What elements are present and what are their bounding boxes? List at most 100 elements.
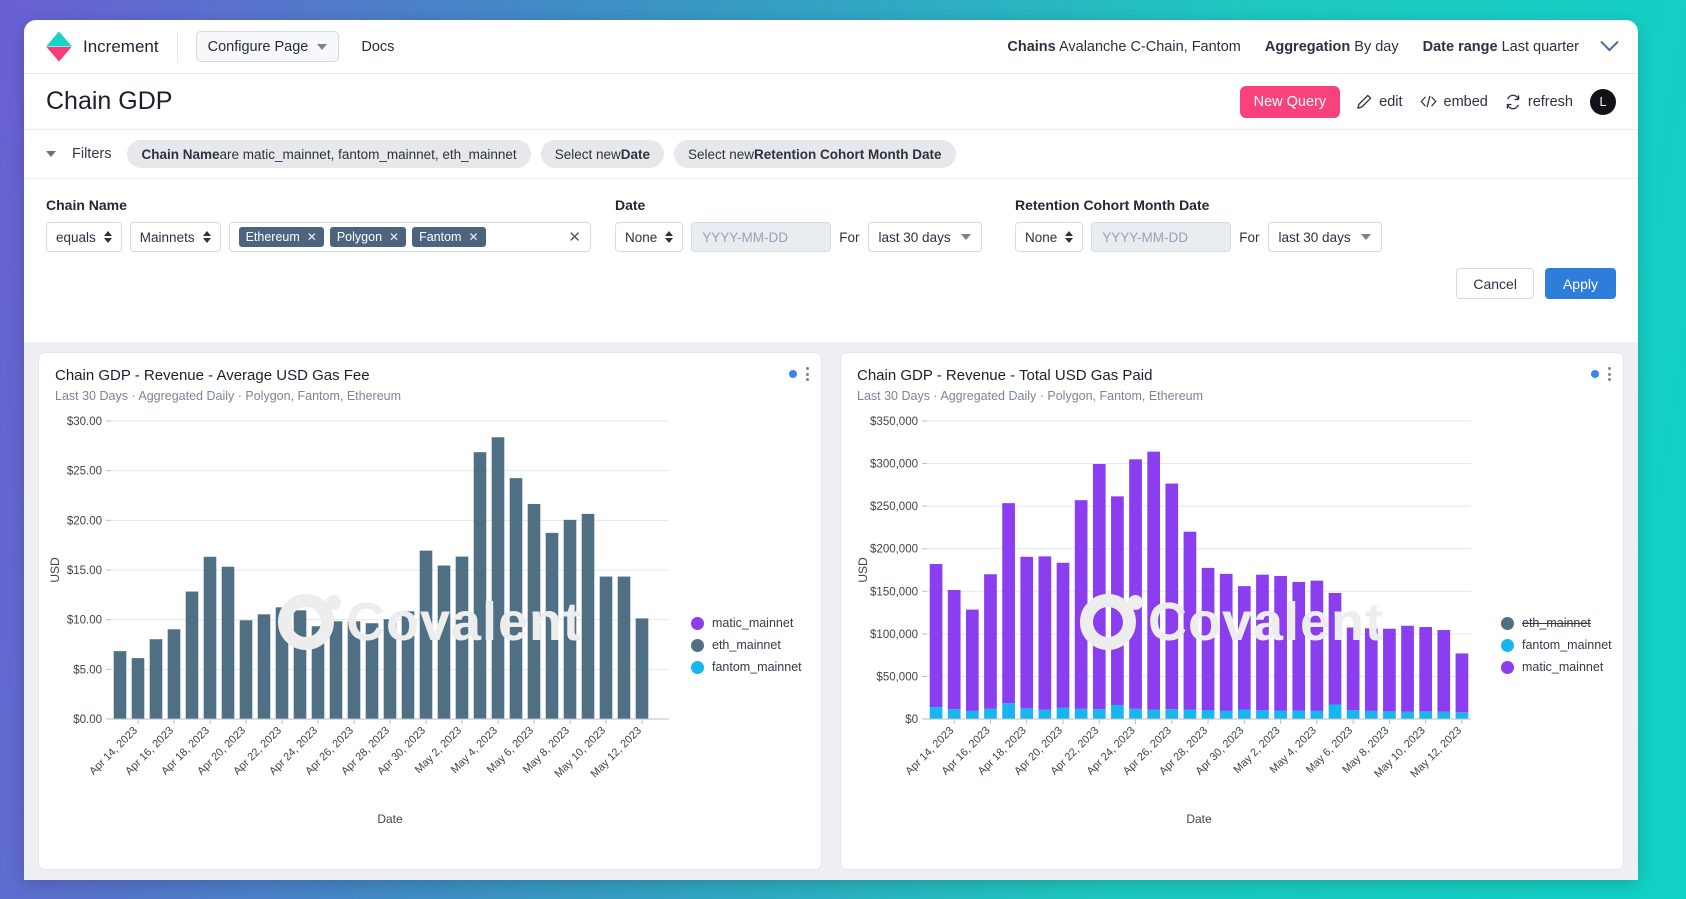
legend-item-fantom-mainnet[interactable]: fantom_mainnet	[691, 660, 802, 674]
collapse-triangle-icon[interactable]	[46, 151, 56, 157]
page-actions: New Query edit embed refresh L	[1240, 86, 1616, 118]
filter-panel-grid: Chain Name equals Mainnets Ethereum ✕ Pol…	[46, 187, 1616, 252]
avatar[interactable]: L	[1590, 89, 1616, 115]
chain-name-operator-select[interactable]: equals	[46, 222, 122, 252]
cancel-button[interactable]: Cancel	[1456, 268, 1534, 299]
docs-link[interactable]: Docs	[361, 39, 394, 55]
chevron-down-icon	[961, 234, 971, 240]
more-options-icon[interactable]	[1608, 367, 1611, 381]
chip-pre-text: Select new	[555, 147, 621, 162]
top-right-settings: Chains Avalanche C-Chain, Fantom Aggrega…	[1007, 39, 1616, 55]
token-label: Fantom	[419, 230, 461, 244]
legend-swatch-icon	[691, 639, 704, 652]
chart-plot-area: Covalent $0.00$5.00$10.00$15.00$20.00$25…	[39, 411, 821, 869]
remove-token-icon[interactable]: ✕	[389, 230, 399, 244]
aggregation-label: Aggregation	[1265, 39, 1350, 55]
brand[interactable]: Increment	[46, 32, 177, 62]
filter-chip-select-new-retention-cohort-month-date[interactable]: Select new Retention Cohort Month Date	[674, 140, 956, 168]
chip-pre-text: Select new	[688, 147, 754, 162]
retention-mode-select[interactable]: None	[1015, 222, 1083, 252]
embed-button[interactable]: embed	[1420, 94, 1488, 110]
legend-swatch-icon	[1501, 639, 1514, 652]
date-range-value: last 30 days	[879, 230, 951, 245]
date-filter-group: Date None YYYY-MM-DD For last 30 days	[591, 187, 991, 252]
expand-chevron-down-icon[interactable]	[1600, 33, 1618, 51]
brand-name: Increment	[83, 37, 159, 57]
chart-plot-area: Covalent $0$50,000$100,000$150,000$200,0…	[841, 411, 1623, 869]
svg-text:USD: USD	[856, 557, 870, 583]
edit-label: edit	[1379, 94, 1402, 110]
legend-label: eth_mainnet	[1522, 616, 1591, 630]
token-fantom[interactable]: Fantom ✕	[412, 227, 485, 247]
sort-updown-icon	[203, 231, 211, 243]
token-ethereum[interactable]: Ethereum ✕	[239, 227, 324, 247]
legend-item-eth-mainnet[interactable]: eth_mainnet	[691, 638, 802, 652]
aggregation-setting[interactable]: Aggregation By day	[1265, 39, 1399, 55]
chain-name-token-input[interactable]: Ethereum ✕ Polygon ✕ Fantom ✕ ✕	[229, 222, 591, 252]
chain-name-scope-select[interactable]: Mainnets	[130, 222, 221, 252]
chart-card-average-usd-gas-fee: Chain GDP - Revenue - Average USD Gas Fe…	[38, 352, 822, 870]
svg-text:$350,000: $350,000	[870, 416, 918, 428]
remove-token-icon[interactable]: ✕	[468, 230, 478, 244]
bar-chart-svg: $0.00$5.00$10.00$15.00$20.00$25.00$30.00…	[39, 411, 779, 831]
legend-item-matic-mainnet[interactable]: matic_mainnet	[1501, 660, 1612, 674]
svg-text:$30.00: $30.00	[67, 416, 102, 428]
retention-controls: None YYYY-MM-DD For last 30 days	[1015, 222, 1391, 252]
date-mode-select[interactable]: None	[615, 222, 683, 252]
legend-label: fantom_mainnet	[712, 660, 802, 674]
svg-text:$50,000: $50,000	[876, 671, 918, 683]
token-label: Polygon	[337, 230, 382, 244]
svg-text:$300,000: $300,000	[870, 459, 918, 471]
new-query-button[interactable]: New Query	[1240, 86, 1341, 118]
legend-item-eth-mainnet[interactable]: eth_mainnet	[1501, 616, 1612, 630]
token-label: Ethereum	[246, 230, 300, 244]
aggregation-value: By day	[1354, 39, 1398, 55]
more-options-icon[interactable]	[806, 367, 809, 381]
chart-subtitle: Last 30 Days · Aggregated Daily · Polygo…	[857, 389, 1607, 403]
date-range-value: Last quarter	[1502, 39, 1579, 55]
retention-range-select[interactable]: last 30 days	[1268, 222, 1382, 252]
date-range-label: Date range	[1423, 39, 1498, 55]
date-input[interactable]: YYYY-MM-DD	[691, 222, 831, 252]
page-header: Chain GDP New Query edit embed refresh L	[24, 74, 1638, 130]
date-range-setting[interactable]: Date range Last quarter	[1423, 39, 1579, 55]
retention-date-input[interactable]: YYYY-MM-DD	[1091, 222, 1231, 252]
svg-text:$200,000: $200,000	[870, 544, 918, 556]
embed-label: embed	[1444, 94, 1488, 110]
chain-name-controls: equals Mainnets Ethereum ✕ Polygon ✕ Fanto…	[46, 222, 591, 252]
chain-name-label: Chain Name	[46, 197, 591, 213]
chart-subtitle: Last 30 Days · Aggregated Daily · Polygo…	[55, 389, 805, 403]
token-polygon[interactable]: Polygon ✕	[330, 227, 406, 247]
configure-page-button[interactable]: Configure Page	[196, 31, 340, 62]
operator-value: equals	[56, 230, 96, 245]
chains-setting[interactable]: Chains Avalanche C-Chain, Fantom	[1007, 39, 1240, 55]
date-range-select[interactable]: last 30 days	[868, 222, 982, 252]
legend-label: eth_mainnet	[712, 638, 781, 652]
svg-text:Date: Date	[1186, 812, 1212, 826]
filter-chip-bar: Filters Chain Name are matic_mainnet, fa…	[24, 130, 1638, 178]
svg-text:$10.00: $10.00	[67, 615, 102, 627]
svg-text:$100,000: $100,000	[870, 629, 918, 641]
refresh-button[interactable]: refresh	[1505, 94, 1573, 110]
scope-value: Mainnets	[140, 230, 195, 245]
remove-token-icon[interactable]: ✕	[307, 230, 317, 244]
legend-swatch-icon	[1501, 661, 1514, 674]
dashboard-board: Chain GDP - Revenue - Average USD Gas Fe…	[24, 342, 1638, 880]
sort-updown-icon	[1065, 231, 1073, 243]
page-title: Chain GDP	[46, 87, 172, 116]
svg-text:$250,000: $250,000	[870, 501, 918, 513]
divider	[177, 32, 178, 62]
chip-bold-text: Date	[621, 147, 650, 162]
edit-button[interactable]: edit	[1357, 94, 1402, 110]
retention-label: Retention Cohort Month Date	[1015, 197, 1391, 213]
clear-all-tokens-icon[interactable]: ✕	[568, 228, 581, 246]
filter-chip-select-new-date[interactable]: Select new Date	[541, 140, 664, 168]
chart-legend: eth_mainnet fantom_mainnet matic_mainnet	[1501, 616, 1612, 674]
svg-text:$15.00: $15.00	[67, 565, 102, 577]
filter-chip-chain-name[interactable]: Chain Name are matic_mainnet, fantom_mai…	[127, 140, 530, 168]
legend-item-matic-mainnet[interactable]: matic_mainnet	[691, 616, 802, 630]
legend-item-fantom-mainnet[interactable]: fantom_mainnet	[1501, 638, 1612, 652]
chip-rest-text: are matic_mainnet, fantom_mainnet, eth_m…	[220, 147, 517, 162]
apply-button[interactable]: Apply	[1545, 268, 1616, 299]
filters-label: Filters	[72, 146, 111, 162]
